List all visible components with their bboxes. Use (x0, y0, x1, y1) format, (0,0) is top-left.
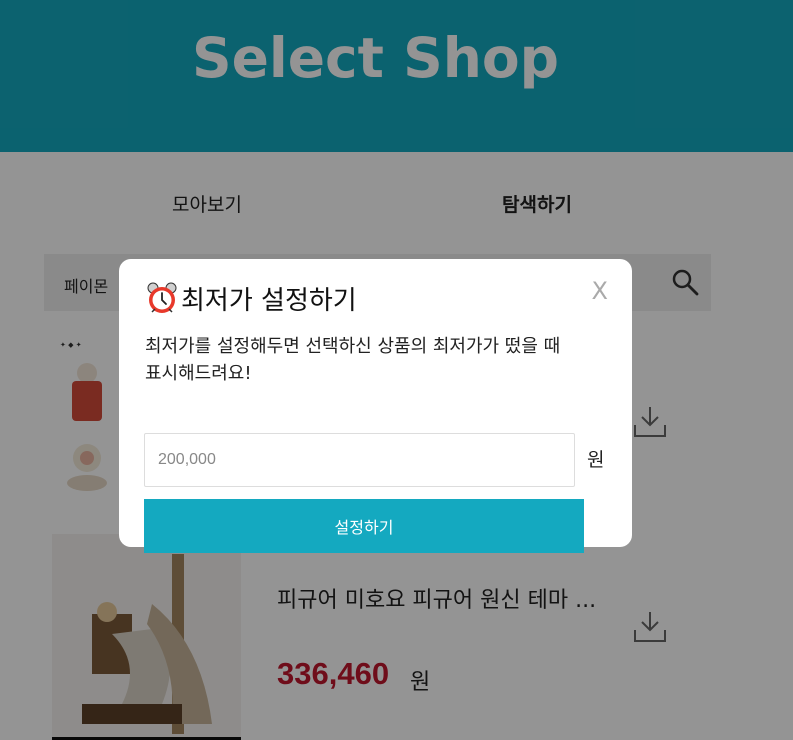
lowest-price-modal: 최저가 설정하기 X 최저가를 설정해두면 선택하신 상품의 최저가가 떴을 때… (119, 259, 632, 553)
close-button[interactable]: X (592, 277, 608, 305)
alarm-clock-icon (147, 282, 177, 313)
modal-title: 최저가 설정하기 (181, 285, 357, 316)
modal-description: 최저가를 설정해두면 선택하신 상품의 최저가가 떴을 때 표시해드려요! (145, 333, 615, 387)
currency-label: 원 (587, 449, 605, 471)
modal-header: 최저가 설정하기 (145, 281, 357, 316)
description-line: 최저가를 설정해두면 선택하신 상품의 최저가가 떴을 때 (145, 336, 561, 357)
set-price-button[interactable]: 설정하기 (144, 499, 584, 553)
target-price-input[interactable] (144, 433, 575, 487)
description-line: 표시해드려요! (145, 363, 252, 384)
